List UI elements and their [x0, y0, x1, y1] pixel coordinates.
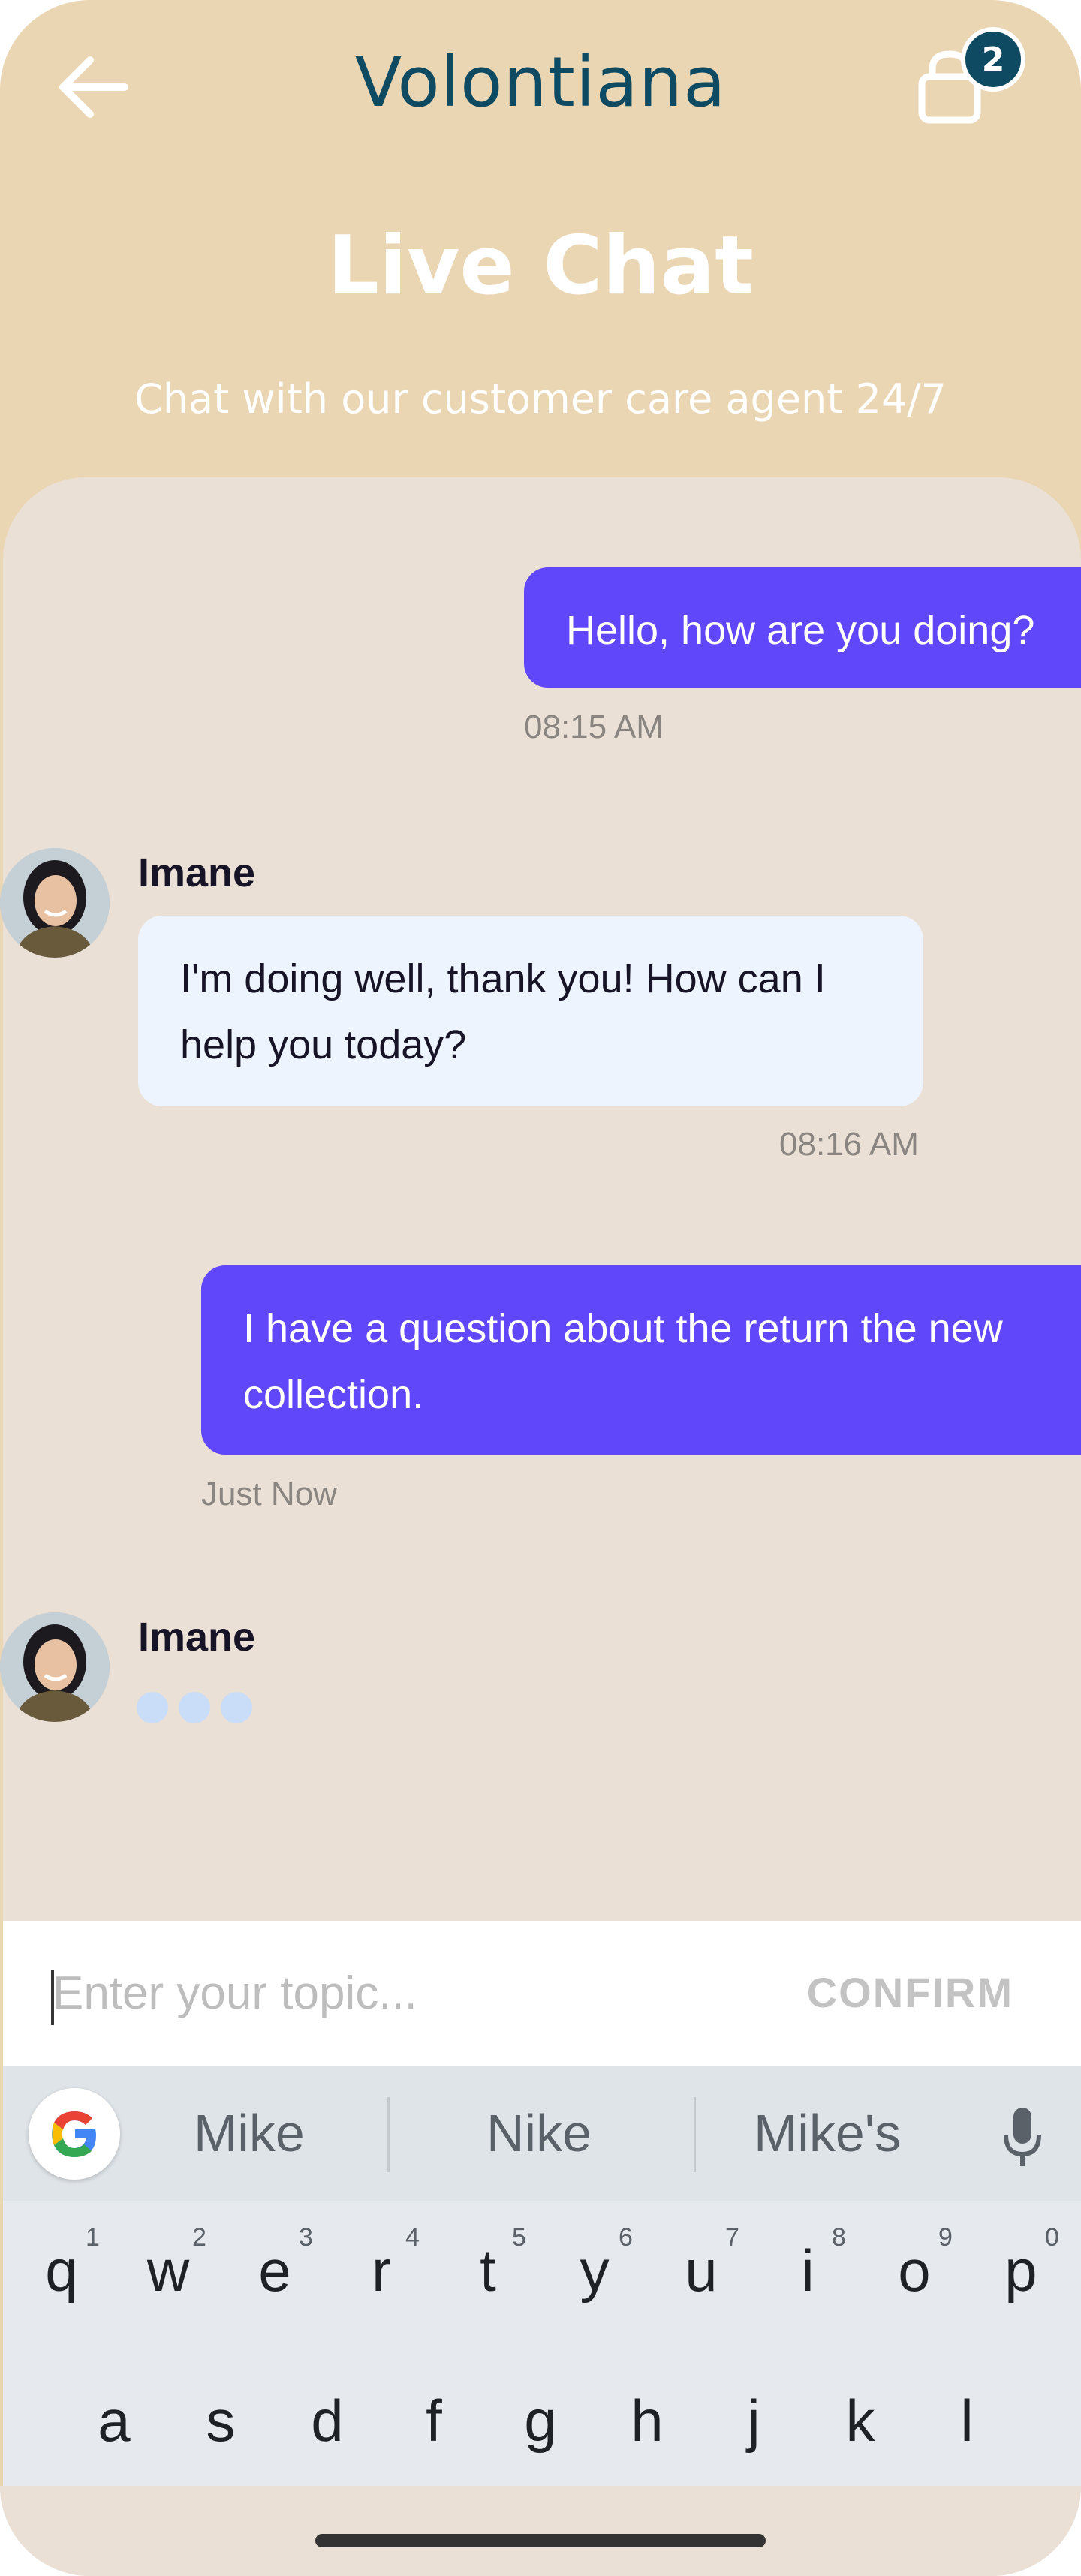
topic-input[interactable]: Enter your topic... [53, 1967, 417, 2020]
outgoing-message-bubble: I have a question about the return the n… [201, 1265, 1081, 1455]
bottom-safe-area [0, 2486, 1081, 2576]
key-hint-number: 8 [832, 2223, 846, 2252]
suggestion-item[interactable]: Nike [486, 2103, 592, 2163]
typing-indicator-dot [179, 1692, 210, 1723]
key-hint-number: 0 [1045, 2223, 1059, 2252]
confirm-button[interactable]: CONFIRM [807, 1968, 1013, 2017]
typing-indicator-dot [137, 1692, 168, 1723]
page-subtitle: Chat with our customer care agent 24/7 [134, 375, 947, 423]
avatar [0, 1612, 110, 1722]
key-h[interactable]: h [610, 2387, 685, 2455]
key-j[interactable]: j [716, 2387, 791, 2455]
avatar [0, 848, 110, 958]
key-g[interactable]: g [503, 2387, 578, 2455]
sender-name: Imane [138, 1615, 256, 1660]
suggestion-item[interactable]: Mike [194, 2103, 305, 2163]
suggestion-item[interactable]: Mike's [754, 2103, 901, 2163]
key-s[interactable]: s [183, 2387, 258, 2455]
message-text-line: help you today? [180, 1022, 467, 1067]
message-time: 08:16 AM [779, 1126, 919, 1163]
home-indicator[interactable] [315, 2534, 766, 2547]
cart-count-badge: 2 [961, 27, 1025, 92]
key-hint-number: 6 [619, 2223, 633, 2252]
key-hint-number: 1 [86, 2223, 100, 2252]
suggestion-bar: Mike Nike Mike's [3, 2066, 1081, 2201]
page-title: Live Chat [327, 219, 754, 313]
chat-panel [3, 477, 1081, 2009]
key-hint-number: 2 [192, 2223, 206, 2252]
key-d[interactable]: d [290, 2387, 365, 2455]
phone-screen: Volontiana 2 Live Chat Chat with our cus… [0, 0, 1081, 2576]
google-button[interactable] [29, 2088, 120, 2180]
message-text: Hello, how are you doing? [566, 608, 1035, 653]
agent-avatar-icon [0, 848, 110, 958]
incoming-message-bubble: I'm doing well, thank you! How can I hel… [138, 916, 923, 1106]
key-a[interactable]: a [77, 2387, 152, 2455]
suggestion-divider [694, 2097, 696, 2172]
message-time: 08:15 AM [524, 709, 664, 745]
key-hint-number: 4 [405, 2223, 420, 2252]
key-hint-number: 3 [299, 2223, 313, 2252]
microphone-icon[interactable] [1001, 2106, 1043, 2169]
message-time: Just Now [201, 1476, 337, 1512]
message-input-bar: Enter your topic... CONFIRM [3, 1921, 1081, 2066]
key-hint-number: 5 [512, 2223, 526, 2252]
sender-name: Imane [138, 850, 256, 895]
agent-avatar-icon [0, 1612, 110, 1722]
google-icon [52, 2111, 96, 2157]
message-text-line: I have a question about the return the n… [243, 1306, 1003, 1351]
key-hint-number: 9 [938, 2223, 953, 2252]
typing-indicator-dot [221, 1692, 252, 1723]
outgoing-message-bubble: Hello, how are you doing? [524, 567, 1081, 688]
suggestion-divider [387, 2097, 390, 2172]
key-k[interactable]: k [823, 2387, 898, 2455]
message-text-line: I'm doing well, thank you! How can I [180, 956, 826, 1001]
key-f[interactable]: f [396, 2387, 471, 2455]
key-hint-number: 7 [725, 2223, 739, 2252]
key-l[interactable]: l [929, 2387, 1004, 2455]
message-text-line: collection. [243, 1372, 424, 1417]
